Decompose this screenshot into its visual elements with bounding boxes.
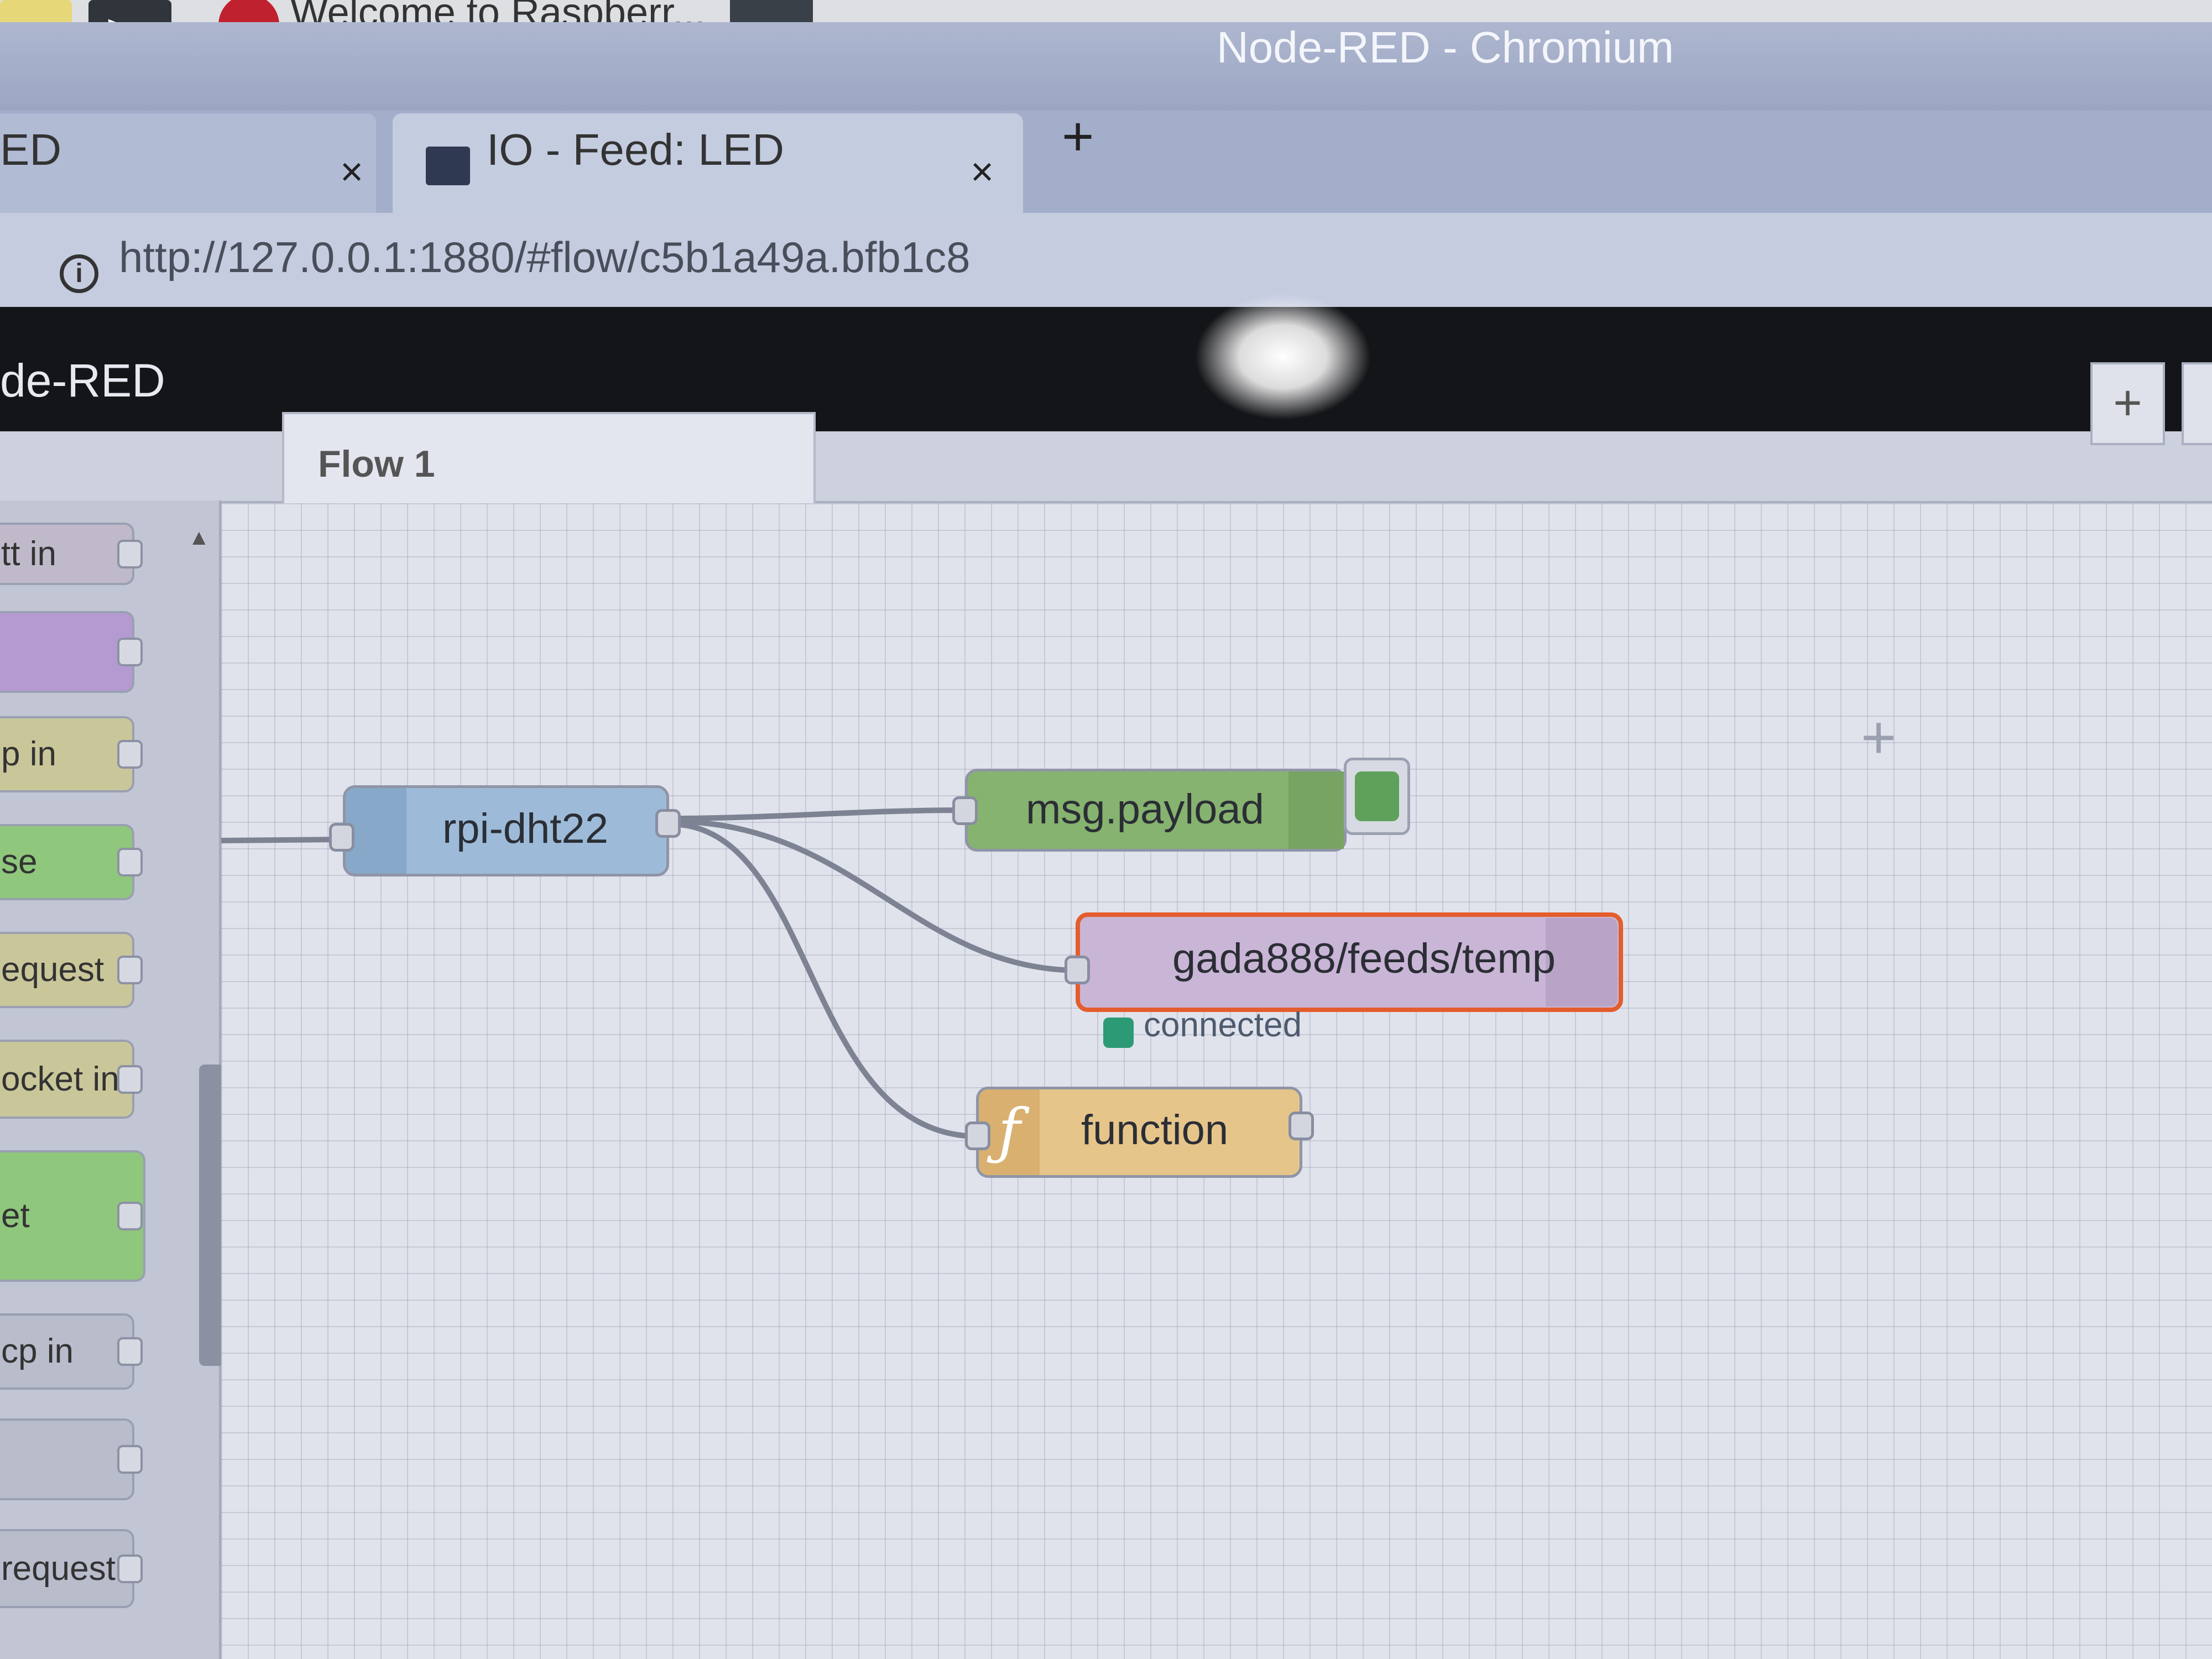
wire-dht-to-debug [669, 807, 966, 821]
wire-dht-to-function [669, 821, 979, 1139]
node-mqtt-input-port[interactable] [1065, 956, 1090, 984]
node-mqtt-status: connected [1144, 1006, 1302, 1044]
debug-toggle-indicator [1355, 771, 1399, 821]
mqtt-broadcast-icon [1546, 918, 1618, 1006]
node-debug-label: msg.payload [1026, 786, 1264, 833]
raspberry-pi-node-icon [346, 788, 406, 874]
node-debug-input-port[interactable] [952, 796, 978, 825]
node-function-label: function [1081, 1107, 1229, 1154]
node-mqtt-label: gada888/feeds/temp [1172, 935, 1556, 982]
node-function-output-port[interactable] [1288, 1112, 1314, 1140]
node-rpi-dht22-input-port[interactable] [329, 823, 354, 852]
wire-input [221, 837, 341, 843]
node-rpi-dht22-output-port[interactable] [655, 809, 681, 838]
node-function-input-port[interactable] [965, 1121, 990, 1150]
node-rpi-dht22-label: rpi-dht22 [442, 805, 608, 852]
screen-glare [1194, 293, 1371, 420]
status-connected-icon [1103, 1018, 1134, 1048]
debug-list-icon [1288, 771, 1344, 849]
